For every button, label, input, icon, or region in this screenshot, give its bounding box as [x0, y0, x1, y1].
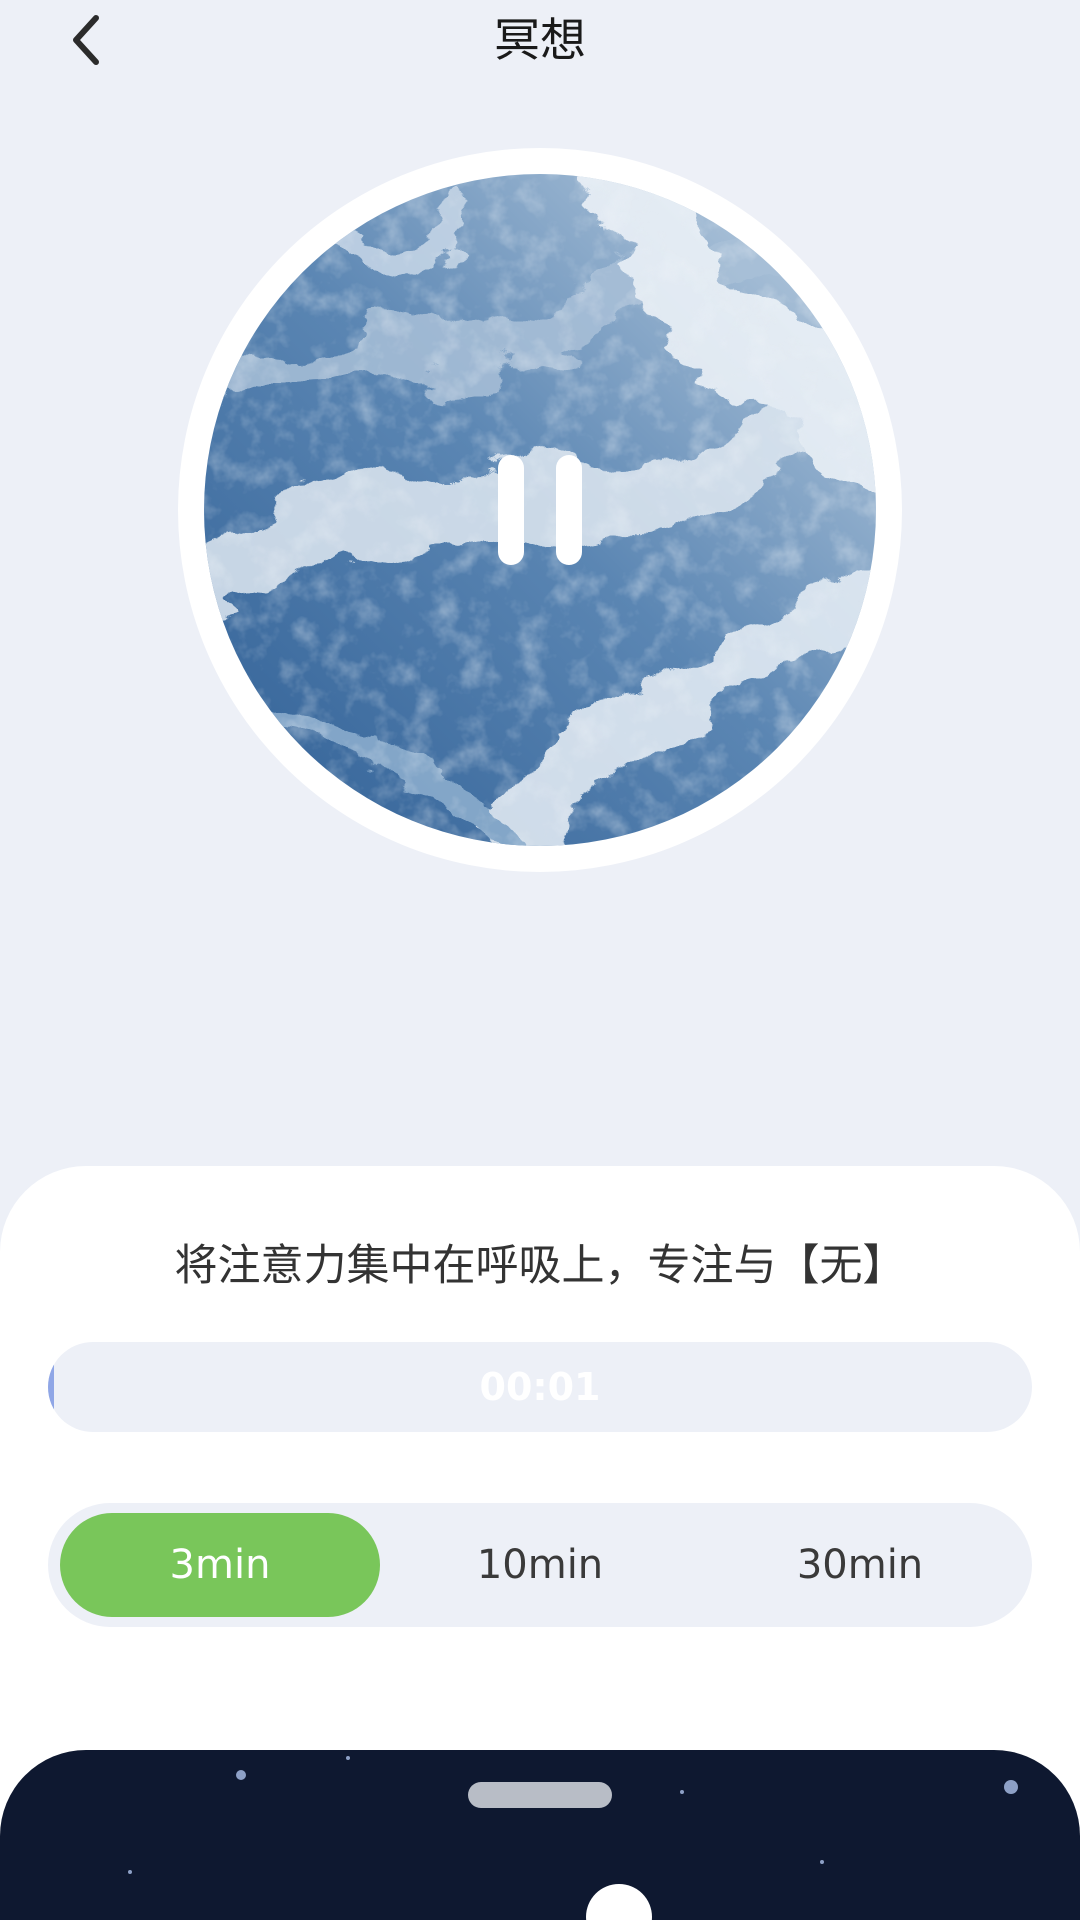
star-decoration: [1004, 1780, 1018, 1794]
star-decoration: [346, 1756, 350, 1760]
bottom-sheet[interactable]: [0, 1750, 1080, 1920]
duration-option-10min[interactable]: 10min: [380, 1513, 700, 1617]
star-decoration: [680, 1790, 684, 1794]
duration-option-3min[interactable]: 3min: [60, 1513, 380, 1617]
duration-option-30min[interactable]: 30min: [700, 1513, 1020, 1617]
pause-icon: [498, 455, 524, 565]
pause-button[interactable]: [204, 174, 876, 846]
duration-selector: 3min 10min 30min: [48, 1503, 1032, 1627]
star-decoration: [820, 1860, 824, 1864]
page-title: 冥想: [494, 13, 586, 67]
header-bar: 冥想: [0, 0, 1080, 80]
meditation-artwork: [204, 174, 876, 846]
pause-icon: [556, 455, 582, 565]
session-progress-bar: 00:01: [48, 1342, 1032, 1432]
star-decoration: [236, 1770, 246, 1780]
elapsed-time: 00:01: [479, 1365, 601, 1409]
star-decoration: [128, 1870, 132, 1874]
meditation-artwork-ring: [178, 148, 902, 872]
drag-handle[interactable]: [468, 1782, 612, 1808]
moon-icon: [586, 1884, 652, 1920]
focus-instruction: 将注意力集中在呼吸上，专注与【无】: [174, 1241, 906, 1291]
